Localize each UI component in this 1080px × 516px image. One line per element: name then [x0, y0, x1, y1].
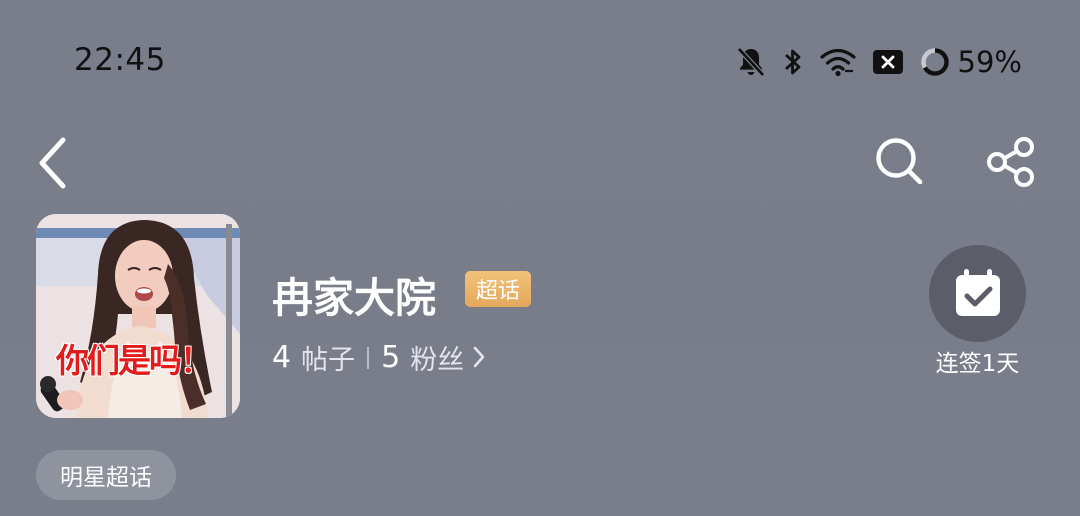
supertopic-badge: 超话 [465, 271, 531, 307]
supertopic-avatar[interactable]: 你们是吗！ [36, 214, 240, 418]
checkin-label: 连签1天 [935, 351, 1020, 377]
fans-count: 5 [381, 340, 401, 375]
chevron-right-icon [472, 345, 486, 373]
stats-divider [367, 346, 370, 369]
battery-ring-icon [920, 47, 950, 77]
share-button[interactable] [984, 134, 1040, 190]
status-icons: 59% [736, 40, 1022, 84]
sim-x-icon [872, 49, 904, 75]
share-icon [987, 137, 1034, 187]
avatar-caption: 你们是吗！ [56, 341, 213, 380]
bell-muted-icon [736, 46, 766, 78]
back-button[interactable] [34, 134, 74, 192]
avatar-photo [36, 214, 240, 418]
stats-row[interactable]: 4 帖子 5 粉丝 [272, 338, 486, 377]
battery-percent: 59% [957, 45, 1022, 79]
wifi-icon [819, 47, 856, 77]
checkin-button[interactable] [929, 245, 1026, 342]
posts-label: 帖子 [301, 345, 356, 376]
page-title: 冉家大院 [272, 274, 436, 322]
status-time: 22:45 [74, 42, 166, 78]
bluetooth-icon [782, 46, 804, 78]
calendar-check-icon [955, 268, 1000, 316]
search-button[interactable] [872, 134, 928, 190]
fans-label: 粉丝 [410, 345, 465, 376]
posts-count: 4 [272, 340, 292, 375]
chevron-left-icon [39, 137, 66, 189]
search-icon [876, 138, 923, 185]
supertopic-page: 22:45 59% 你们是吗！ 冉家大院 超话 4 帖子 5 粉丝 连签1天 明… [0, 0, 1080, 516]
category-tag[interactable]: 明星超话 [36, 450, 176, 500]
